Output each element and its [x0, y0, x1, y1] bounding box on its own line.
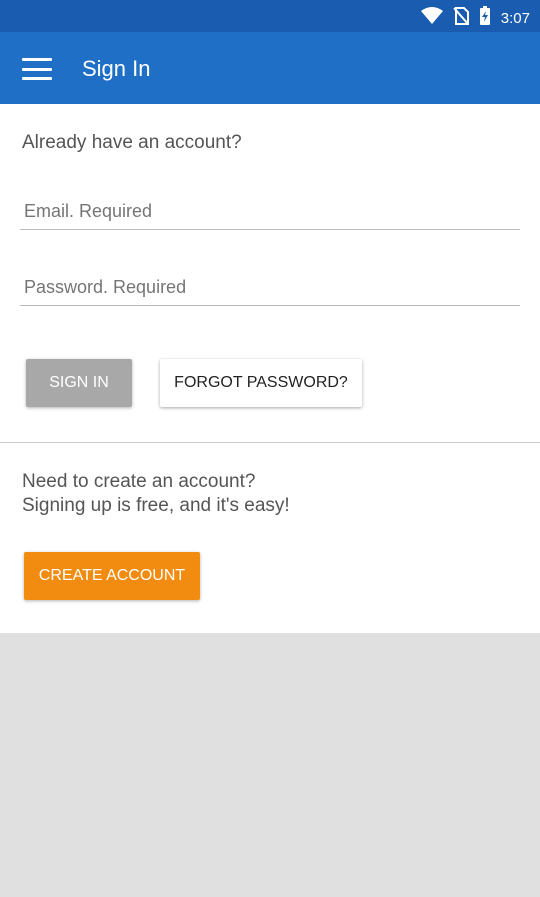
- sign-in-button[interactable]: SIGN IN: [26, 359, 132, 407]
- status-bar: 3:07: [0, 0, 540, 32]
- no-sim-icon: [453, 7, 469, 29]
- divider: [0, 442, 540, 443]
- status-icons: 3:07: [420, 6, 530, 30]
- clock-text: 3:07: [500, 9, 530, 27]
- forgot-password-button[interactable]: FORGOT PASSWORD?: [160, 359, 362, 407]
- signup-line-1: Need to create an account?: [22, 471, 256, 492]
- sign-in-prompt: Already have an account?: [22, 132, 242, 153]
- email-field[interactable]: [20, 194, 520, 230]
- signup-line-2: Signing up is free, and it's easy!: [22, 495, 290, 516]
- page-title: Sign In: [82, 56, 151, 81]
- content-area: Already have an account? SIGN IN FORGOT …: [0, 104, 540, 633]
- menu-icon[interactable]: [22, 58, 52, 80]
- create-account-button[interactable]: CREATE ACCOUNT: [24, 552, 200, 600]
- app-bar: Sign In: [0, 32, 540, 104]
- signup-prompt: Need to create an account? Signing up is…: [22, 470, 322, 518]
- password-field[interactable]: [20, 270, 520, 306]
- battery-charging-icon: [479, 6, 491, 30]
- wifi-icon: [420, 7, 443, 29]
